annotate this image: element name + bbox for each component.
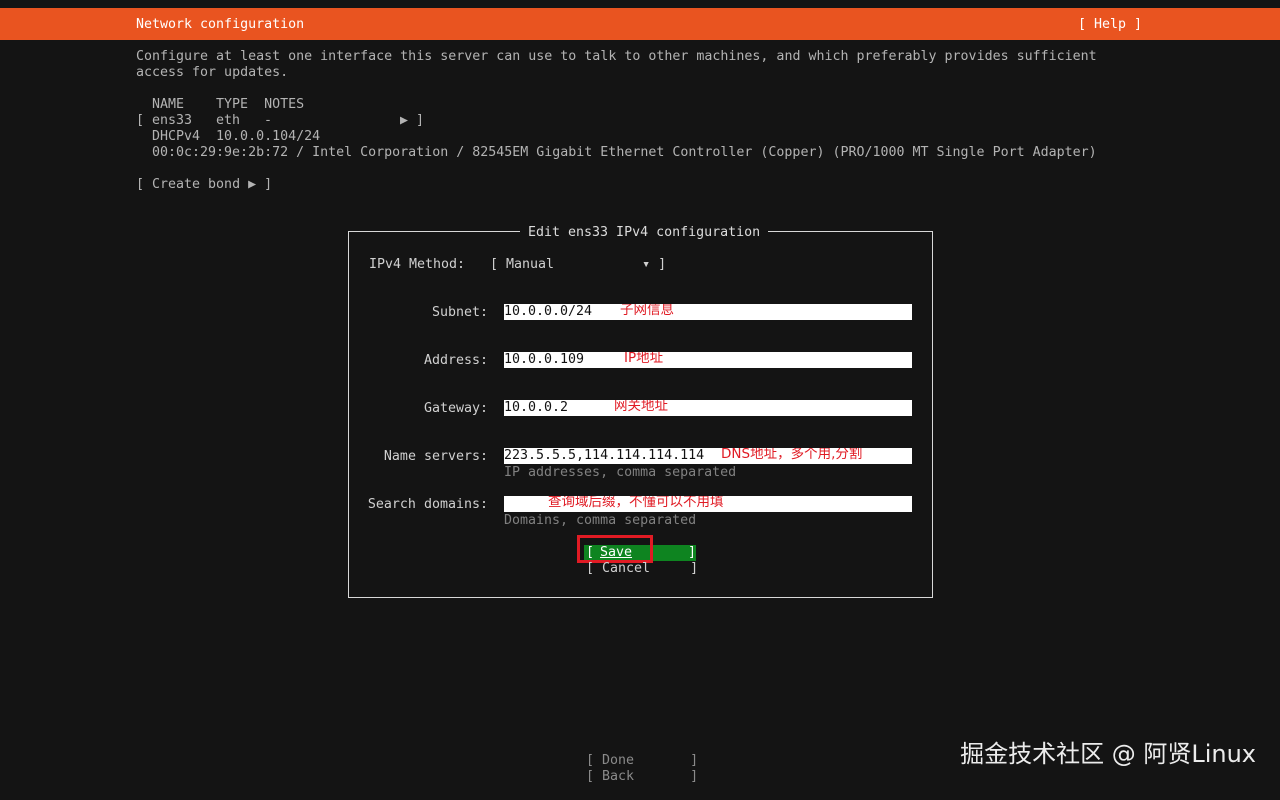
search-domains-annotation: 查询域后缀，不懂可以不用填 <box>548 496 724 510</box>
gateway-label: Gateway: <box>423 401 488 416</box>
subnet-input[interactable]: 10.0.0.0/24 子网信息 <box>504 304 912 320</box>
search-domains-input[interactable]: 查询域后缀，不懂可以不用填 <box>504 496 912 512</box>
header-bar: Network configuration [ Help ] <box>0 8 1280 40</box>
interface-hardware: 00:0c:29:9e:2b:72 / Intel Corporation / … <box>152 145 1097 160</box>
back-button[interactable]: [ Back ] <box>586 769 698 785</box>
interface-menu-arrow[interactable]: ▶ ] <box>400 113 424 129</box>
intro-line-1: Configure at least one interface this se… <box>136 49 1097 64</box>
interface-notes: - <box>264 113 273 128</box>
dialog-title: Edit ens33 IPv4 configuration <box>520 225 769 241</box>
subnet-label: Subnet: <box>431 305 488 320</box>
gateway-value: 10.0.0.2 <box>504 400 569 415</box>
help-button[interactable]: [ Help ] <box>1078 17 1142 33</box>
save-bracket-close: ] <box>688 545 697 560</box>
address-input[interactable]: 10.0.0.109 IP地址 <box>504 352 912 368</box>
cancel-button[interactable]: [ Cancel ] <box>586 561 698 577</box>
intro-line-2: access for updates. <box>136 65 289 80</box>
name-servers-help: IP addresses, comma separated <box>504 465 737 480</box>
ipv4-method-select[interactable]: [ Manual ▾ ] <box>490 257 666 273</box>
interface-type: eth <box>216 113 241 128</box>
interface-name: ens33 <box>152 113 193 128</box>
interface-dhcp: DHCPv4 10.0.0.104/24 <box>152 129 321 144</box>
address-annotation: IP地址 <box>624 352 664 366</box>
page-title: Network configuration <box>136 17 305 32</box>
name-servers-label: Name servers: <box>383 449 488 464</box>
name-servers-annotation: DNS地址，多个用,分割 <box>721 448 863 462</box>
search-domains-label: Search domains: <box>367 497 488 512</box>
done-button[interactable]: [ Done ] <box>586 753 698 769</box>
name-servers-value: 223.5.5.5,114.114.114.114 <box>504 448 705 463</box>
gateway-annotation: 网关地址 <box>614 400 668 414</box>
address-label: Address: <box>423 353 488 368</box>
subnet-value: 10.0.0.0/24 <box>504 304 593 319</box>
highlight-box <box>577 535 653 563</box>
interface-columns-header: NAME TYPE NOTES <box>152 97 305 112</box>
search-domains-help: Domains, comma separated <box>504 513 697 528</box>
create-bond-button[interactable]: [ Create bond ▶ ] <box>136 177 272 193</box>
address-value: 10.0.0.109 <box>504 352 585 367</box>
ipv4-method-label: IPv4 Method: <box>369 257 466 272</box>
subnet-annotation: 子网信息 <box>620 304 674 318</box>
watermark: 掘金技术社区 @ 阿贤Linux <box>960 740 1256 768</box>
row-bracket-open: [ <box>136 113 145 128</box>
name-servers-input[interactable]: 223.5.5.5,114.114.114.114 DNS地址，多个用,分割 <box>504 448 912 464</box>
gateway-input[interactable]: 10.0.0.2 网关地址 <box>504 400 912 416</box>
